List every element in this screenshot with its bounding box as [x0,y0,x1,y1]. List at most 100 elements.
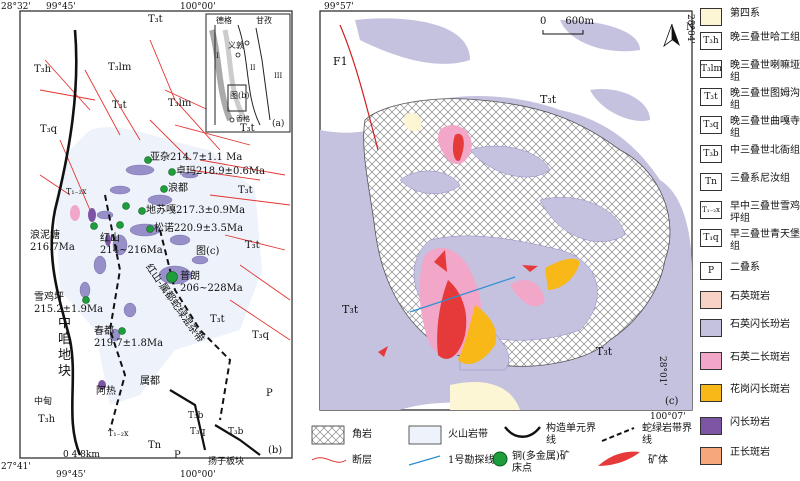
fig-c-label: 图(c) [196,246,220,257]
scale-label-c: 0 600m [540,16,595,27]
legend-swatch: T₃h [700,32,722,50]
zhongdian-label: 中甸 [34,397,53,407]
deposit-label-11: 阿热 [96,386,116,397]
legend-deposit: 铜(多金属)矿床点 [512,451,570,474]
legend-label: 第四系 [730,8,760,19]
legend-swatch: T₁₋₂x [700,201,722,219]
unit-t3t-2: T₃t [112,100,127,111]
deposit-label-8: 普朗206~228Ma [180,271,243,294]
panel-label-c: (c) [665,396,679,407]
deposit-label-2: 卓玛218.9±0.6Ma [176,166,266,177]
legend-swatch [700,417,722,435]
scale-label-b: 0 4 8km [63,450,100,460]
legend-label: 石英闪长玢岩 [730,319,790,330]
deposit-label-9: 雪鸡坪215.2±1.9Ma [34,292,104,315]
unit-t3q-3: T₃q [190,427,206,437]
north-label: N [686,22,695,33]
legend-label: 晚三叠世曲嘎寺组 [730,116,800,139]
deposit-label-6: 浪泥塘216.7Ma [30,230,75,253]
unit-t12x-2: T₁₋₂x [108,429,129,438]
legend-label: 三叠系尼汝组 [730,173,790,184]
legend-orebody: 矿体 [648,455,668,466]
coord-c-right-bottom: 28°01' [657,356,667,386]
legend-swatch [700,291,722,309]
legend-label: 花岗闪长斑岩 [730,384,790,395]
unit-t3q-2: T₃q [252,330,270,341]
legend-label: 晚三叠世哈工组 [730,32,800,43]
deposit-label-10: 春都219.7±1.8Ma [94,326,164,349]
legend-label: 闪长玢岩 [730,417,770,428]
legend-fault: 断层 [352,455,372,466]
coord-top-left: 28°32' [1,2,31,12]
legend-tectonic-boundary: 构造单元界线 [546,423,596,446]
unit-c-t3t-3: T₃t [596,345,613,358]
panel-label-b: (b) [268,445,283,456]
legend-swatch [700,352,722,370]
legend-swatch: T₃t [700,88,722,106]
coord-top-lon-right: 100°00' [180,2,216,12]
inset-panel-label: (a) [272,119,285,129]
legend-label: 晚三叠世喇嘛垭组 [730,60,800,83]
fault-f1-label: F1 [333,55,348,68]
yangzi-label: 扬子板块 [208,457,245,467]
legend-label: 石英二长斑岩 [730,352,790,363]
deposit-label-3: 浪都 [168,183,188,194]
legend-label: 晚三叠世图姆沟组 [730,88,800,111]
unit-tn: Tn [148,440,162,451]
inset-roman-2: II [250,64,256,72]
coord-c-bottom: 100°07' [650,412,686,422]
legend-volcanic-belt: 火山岩带 [448,429,488,440]
deposit-label-7: 红山214~216Ma [100,233,163,256]
inset-town-3: 义敦 [228,41,244,50]
unit-t3b-1: T₃b [188,411,204,421]
unit-c-t3t-1: T₃t [540,93,557,106]
unit-t3h-bottom: T₃h [38,414,56,425]
coord-c-top: 99°57' [324,2,354,12]
inset-town-5: 香格 [236,115,250,123]
deposit-label-1: 亚杂214.7±1.1 Ma [150,152,243,163]
inset-roman-3: III [274,72,283,80]
deposit-label-4: 地苏嘎217.3±0.9Ma [146,205,246,216]
unit-t3t-4: T₃t [238,185,253,196]
unit-t3t-top: T₃t [148,14,163,25]
legend-swatch [700,8,722,26]
legend-swatch [700,384,722,402]
unit-t3b-2: T₃b [228,427,244,437]
coord-bottom-lon-right: 100°00' [180,470,216,480]
inset-town-1: 德格 [216,16,232,25]
legend-label: 早中三叠世雪鸡坪组 [730,201,800,224]
legend-swatch: Tn [700,173,722,191]
unit-c-t3t-2: T₃t [342,303,359,316]
unit-p-2: P [174,450,181,461]
legend-exploration-line: 1号勘探线 [448,455,495,466]
legend-swatch [700,319,722,337]
legend-swatch: T₁q [700,229,722,247]
coord-bottom-lon-left: 99°45' [56,470,86,480]
unit-t3t-5: T₃t [245,240,260,251]
unit-t12x-1: T₁₋₂x [66,187,87,196]
legend-label: 正长斑岩 [730,447,770,458]
unit-p-1: P [266,388,273,399]
unit-t3lm-1: T₃lm [108,62,132,73]
inset-roman-1: I [216,52,219,60]
legend-swatch: T₃b [700,145,722,163]
deposit-label-5: 松诺220.9±3.5Ma [154,223,244,234]
detailed-map-c [319,10,693,411]
coord-bottom-left: 27°41' [1,462,31,472]
unit-t3lm-2: T₃lm [168,98,192,109]
legend-label: 二叠系 [730,262,760,273]
legend-hornfels: 角岩 [352,429,372,440]
legend-swatch: T₃lm [700,60,722,78]
legend-label: 中三叠世北衙组 [730,145,800,156]
unit-t3q-1: T₃q [40,124,58,135]
legend-ophiolite-boundary: 蛇绿岩带界线 [642,423,692,446]
legend-label: 石英斑岩 [730,291,770,302]
inset-town-4: 图(b) [230,91,250,100]
zhongza-block-label: 中咱地块 [58,316,72,379]
legend-swatch: P [700,262,722,280]
unit-t3h-top: T₃h [34,64,52,75]
legend-swatch: T₃q [700,116,722,134]
legend-label: 早三叠世青天堡组 [730,229,800,252]
inset-town-2: 甘孜 [256,16,272,25]
deposit-label-12: 属都 [140,376,160,387]
